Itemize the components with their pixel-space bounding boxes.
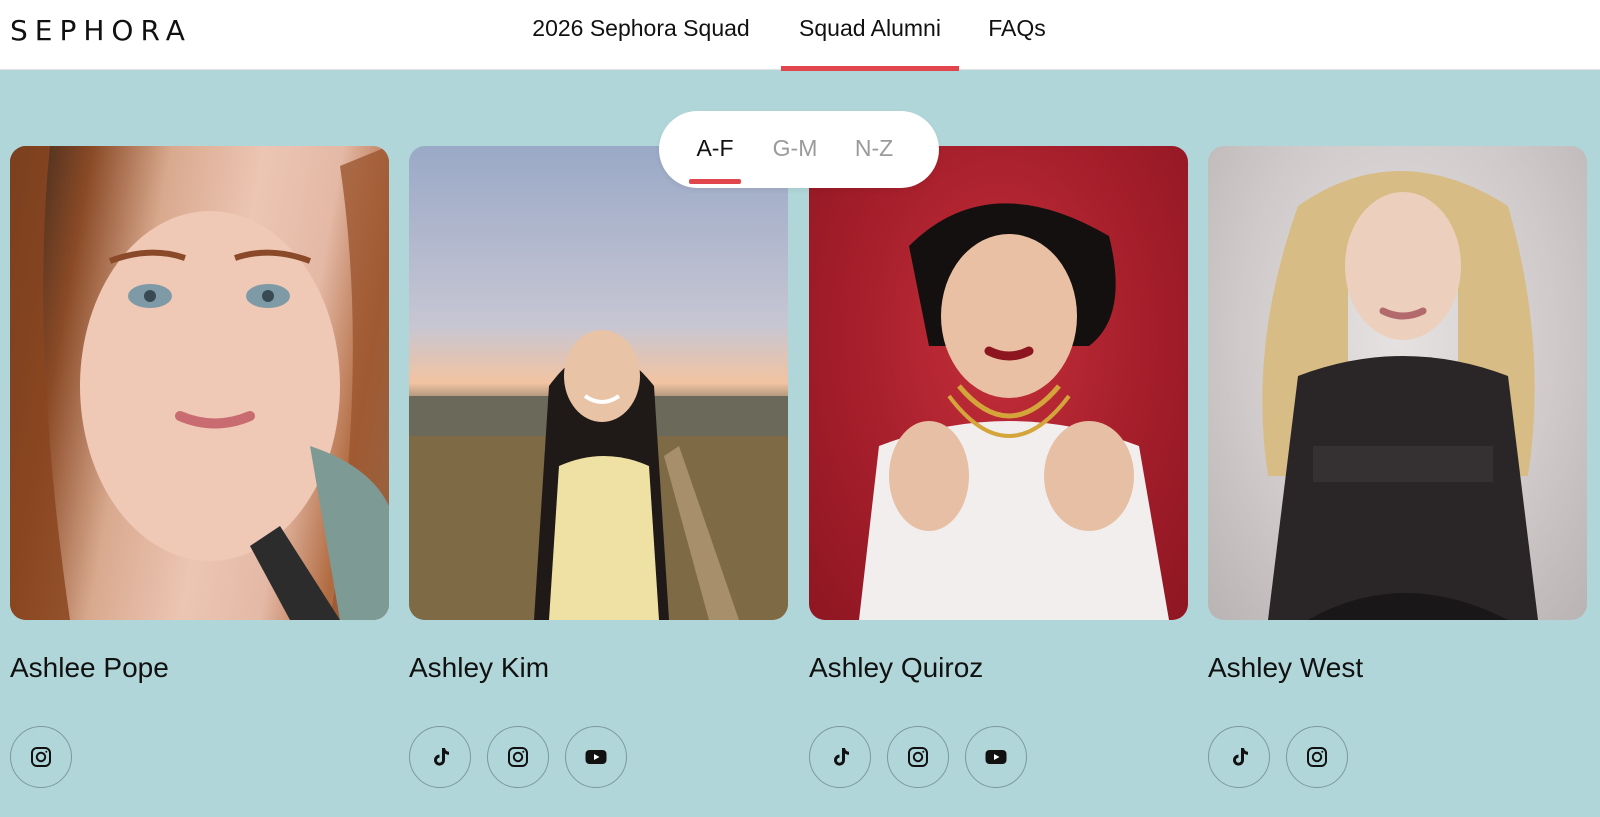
member-name[interactable]: Ashlee Pope (10, 652, 389, 688)
instagram-icon[interactable] (487, 726, 549, 788)
tab-faqs[interactable]: FAQs (982, 0, 1052, 70)
youtube-icon[interactable] (565, 726, 627, 788)
social-links (809, 726, 1188, 788)
social-links (409, 726, 788, 788)
portrait-illustration (859, 203, 1169, 620)
member-card: Ashley Quiroz (809, 146, 1188, 788)
tiktok-icon[interactable] (1208, 726, 1270, 788)
tab-2026-sephora-squad[interactable]: 2026 Sephora Squad (530, 0, 752, 70)
member-photo[interactable] (409, 146, 788, 620)
alphabet-filter: A-F G-M N-Z (659, 111, 939, 188)
member-name[interactable]: Ashley West (1208, 652, 1587, 688)
member-name[interactable]: Ashley Kim (409, 652, 788, 688)
tab-squad-alumni[interactable]: Squad Alumni (781, 0, 959, 71)
main-nav: 2026 Sephora Squad Squad Alumni FAQs (0, 0, 1600, 71)
filter-g-m[interactable]: G-M (764, 111, 826, 188)
portrait-illustration (1262, 171, 1538, 620)
portrait-illustration (10, 146, 389, 620)
member-card: Ashlee Pope (10, 146, 389, 788)
portrait-illustration (409, 330, 788, 620)
tiktok-icon[interactable] (809, 726, 871, 788)
member-card: Ashley West (1208, 146, 1587, 788)
instagram-icon[interactable] (887, 726, 949, 788)
member-photo[interactable] (809, 146, 1188, 620)
member-photo[interactable] (1208, 146, 1587, 620)
instagram-icon[interactable] (1286, 726, 1348, 788)
instagram-icon[interactable] (10, 726, 72, 788)
filter-a-f[interactable]: A-F (689, 111, 741, 188)
site-header: SEPHORA 2026 Sephora Squad Squad Alumni … (0, 0, 1600, 71)
youtube-icon[interactable] (965, 726, 1027, 788)
social-links (10, 726, 389, 788)
member-card: Ashley Kim (409, 146, 788, 788)
member-name[interactable]: Ashley Quiroz (809, 652, 1188, 688)
member-photo[interactable] (10, 146, 389, 620)
tiktok-icon[interactable] (409, 726, 471, 788)
filter-n-z[interactable]: N-Z (848, 111, 900, 188)
social-links (1208, 726, 1587, 788)
